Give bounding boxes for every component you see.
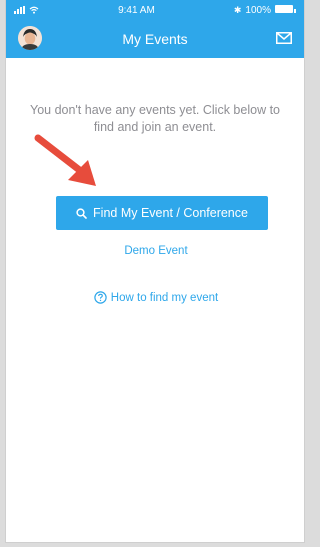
empty-state-message: You don't have any events yet. Click bel… bbox=[30, 103, 280, 134]
wifi-icon bbox=[29, 6, 39, 14]
annotation-arrow-icon bbox=[34, 134, 96, 186]
nav-bar: My Events bbox=[6, 20, 304, 58]
battery-label: 100% bbox=[245, 4, 271, 16]
demo-event-link[interactable]: Demo Event bbox=[6, 245, 304, 257]
page-title: My Events bbox=[122, 31, 188, 47]
find-event-button[interactable]: Find My Event / Conference bbox=[56, 196, 268, 230]
how-to-find-label: How to find my event bbox=[110, 291, 219, 304]
status-time: 9:41 AM bbox=[118, 4, 155, 16]
how-to-find-link[interactable]: How to find my event bbox=[6, 291, 304, 304]
battery-icon bbox=[274, 4, 296, 16]
avatar[interactable] bbox=[18, 26, 42, 50]
mail-icon[interactable] bbox=[276, 32, 292, 44]
status-bar: 9:41 AM ✱ 100% bbox=[6, 0, 304, 20]
question-circle-icon bbox=[94, 291, 107, 304]
phone-screen: 9:41 AM ✱ 100% My Events You don't have … bbox=[5, 0, 305, 543]
bluetooth-icon: ✱ bbox=[233, 4, 242, 15]
main-content: You don't have any events yet. Click bel… bbox=[6, 102, 304, 136]
signal-icon bbox=[14, 6, 25, 14]
find-event-button-label: Find My Event / Conference bbox=[93, 206, 248, 220]
search-icon bbox=[76, 207, 87, 219]
